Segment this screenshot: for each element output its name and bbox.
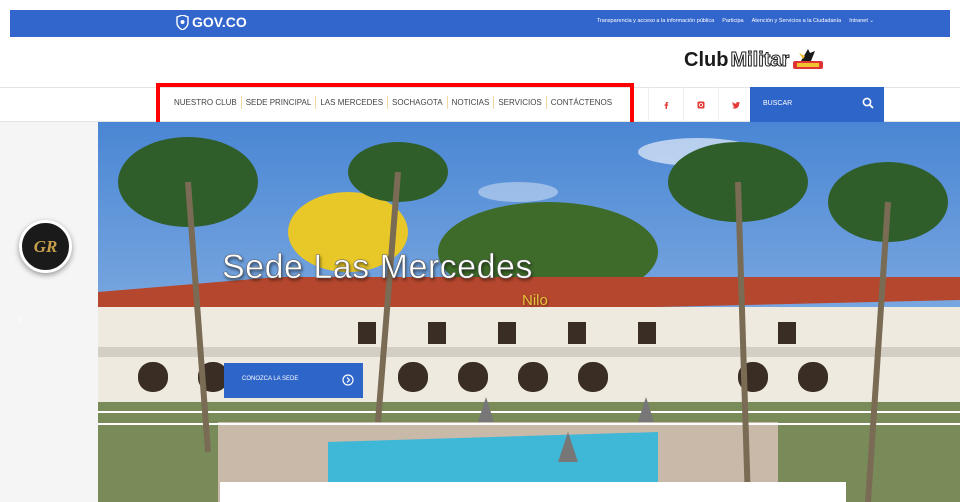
arrow-right-circle-icon (342, 374, 354, 386)
floating-logo-badge[interactable]: GR (19, 220, 72, 273)
twitter-button[interactable] (718, 87, 753, 122)
brand-militar: Militar (730, 48, 790, 71)
club-militar-logo[interactable]: Club Militar (684, 47, 825, 73)
hero-title: Sede Las Mercedes (222, 248, 533, 287)
badge-monogram: GR (33, 236, 58, 256)
emblem-icon (793, 49, 824, 69)
search-icon[interactable] (862, 97, 874, 109)
menu-highlight-box (156, 83, 634, 127)
facebook-icon (664, 101, 669, 109)
hero-photo (98, 122, 960, 502)
slider-prev-arrow[interactable]: ‹ (18, 312, 22, 326)
instagram-button[interactable] (683, 87, 718, 122)
brand-club: Club (684, 48, 729, 71)
conozca-la-sede-button[interactable]: CONOZCA LA SEDE (224, 363, 363, 398)
gov-link-intranet[interactable]: Intranet ⌄ (849, 18, 874, 24)
gov-links: Transparencia y acceso a la información … (597, 18, 874, 24)
instagram-icon (697, 101, 705, 108)
gov-co-text: GOV.CO (192, 14, 247, 30)
gov-co-logo[interactable]: GOV.CO (176, 14, 247, 30)
gov-link-atencion[interactable]: Atención y Servicios a la Ciudadanía (752, 18, 842, 24)
facebook-button[interactable] (648, 87, 683, 122)
shield-icon (176, 14, 189, 30)
search-box[interactable]: BUSCAR (750, 87, 884, 122)
content-panel-top (220, 482, 846, 502)
hero-slider (98, 122, 960, 502)
gov-link-transparencia[interactable]: Transparencia y acceso a la información … (597, 18, 715, 24)
twitter-icon (732, 101, 740, 109)
search-label: BUSCAR (763, 100, 793, 107)
gov-top-bar: GOV.CO Transparencia y acceso a la infor… (10, 10, 950, 37)
gov-link-participa[interactable]: Participa (722, 18, 743, 24)
hero-left-margin (0, 122, 98, 502)
hero-subtitle: Nilo (522, 292, 548, 309)
cta-label: CONOZCA LA SEDE (242, 376, 299, 382)
site-header: Club Militar (0, 37, 960, 87)
